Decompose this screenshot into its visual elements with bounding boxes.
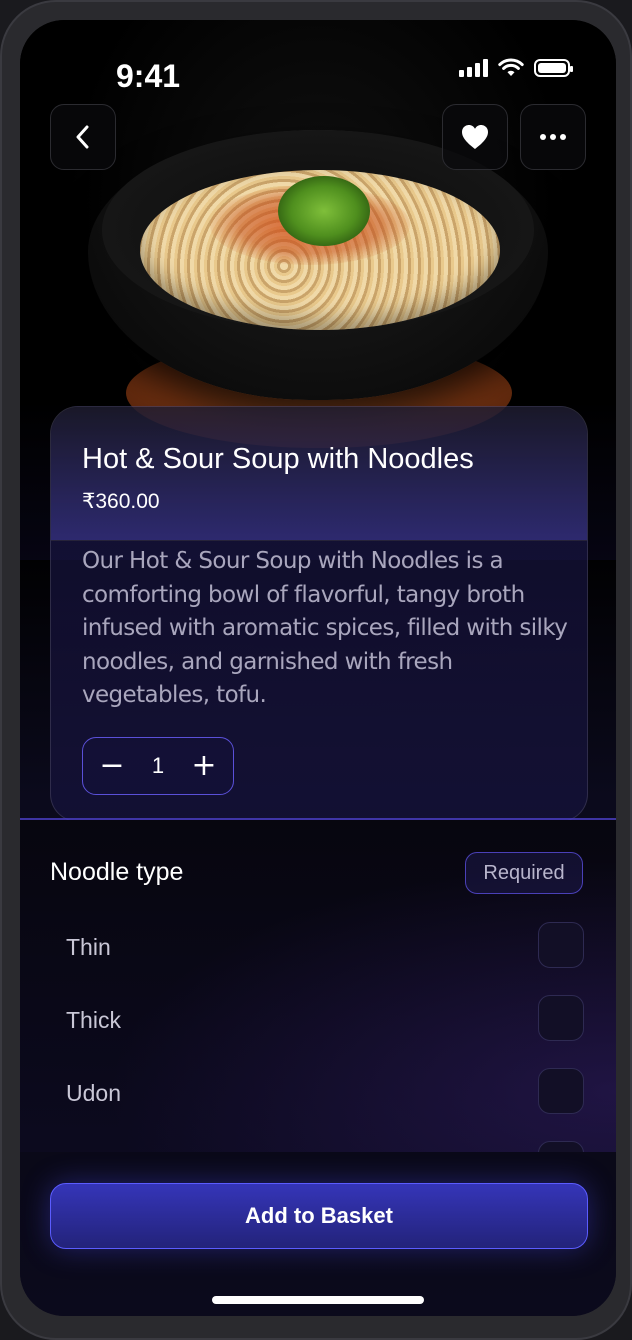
quantity-stepper: − 1 +	[82, 737, 234, 795]
status-time: 9:41	[116, 58, 181, 94]
bottom-bar: Add to Basket	[20, 1152, 616, 1316]
heart-icon	[462, 125, 488, 149]
screen: 9:41 Hot & Sour Soup with Noodles ₹360.0…	[20, 20, 616, 1316]
more-button[interactable]	[520, 104, 586, 170]
product-description: Our Hot & Sour Soup with Noodles is a co…	[82, 548, 568, 708]
checkbox-thick[interactable]	[538, 995, 584, 1041]
back-button[interactable]	[50, 104, 116, 170]
product-price: ₹360.00	[82, 490, 160, 513]
product-title: Hot & Sour Soup with Noodles	[82, 443, 474, 475]
add-to-basket-button[interactable]: Add to Basket	[50, 1183, 588, 1249]
product-card: Hot & Sour Soup with Noodles ₹360.00 Our…	[50, 406, 588, 822]
status-icons	[459, 58, 573, 78]
checkbox-thin[interactable]	[538, 922, 584, 968]
signal-icon	[459, 59, 488, 77]
noodle-type-section: Noodle type Required Thin Thick Udon	[20, 820, 616, 1187]
option-row-thin[interactable]: Thin	[20, 922, 616, 972]
home-indicator	[212, 1296, 424, 1304]
decrement-button[interactable]: −	[97, 751, 127, 781]
option-row-thick[interactable]: Thick	[20, 995, 616, 1045]
ellipsis-icon	[540, 134, 566, 140]
section-title: Noodle type	[50, 858, 184, 886]
phone-frame: 9:41 Hot & Sour Soup with Noodles ₹360.0…	[0, 0, 632, 1340]
option-label: Udon	[66, 1080, 121, 1106]
wifi-icon	[498, 58, 524, 76]
option-label: Thin	[66, 934, 111, 960]
option-row-udon[interactable]: Udon	[20, 1068, 616, 1118]
checkbox-udon[interactable]	[538, 1068, 584, 1114]
quantity-value: 1	[151, 753, 165, 778]
garnish	[278, 176, 370, 246]
chevron-left-icon	[76, 125, 89, 149]
battery-icon	[534, 59, 573, 77]
increment-button[interactable]: +	[189, 751, 219, 781]
required-badge: Required	[465, 852, 583, 894]
favorite-button[interactable]	[442, 104, 508, 170]
option-label: Thick	[66, 1007, 121, 1033]
